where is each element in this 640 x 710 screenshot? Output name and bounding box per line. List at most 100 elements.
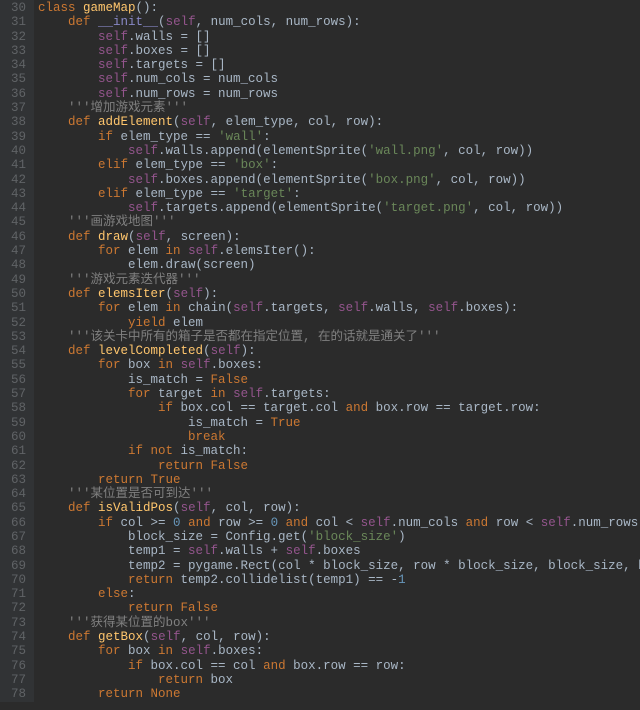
line-number: 77 [6, 673, 26, 687]
code-line[interactable]: if elem_type == 'wall': [38, 130, 640, 144]
line-number: 47 [6, 244, 26, 258]
line-number: 48 [6, 258, 26, 272]
line-number: 64 [6, 487, 26, 501]
code-line[interactable]: temp2 = pygame.Rect(col * block_size, ro… [38, 559, 640, 573]
code-line[interactable]: self.targets.append(elementSprite('targe… [38, 201, 640, 215]
line-number: 74 [6, 630, 26, 644]
code-line[interactable]: elem.draw(screen) [38, 258, 640, 272]
line-number: 37 [6, 101, 26, 115]
line-number: 49 [6, 273, 26, 287]
code-line[interactable]: def draw(self, screen): [38, 230, 640, 244]
code-line[interactable]: '''画游戏地图''' [38, 215, 640, 229]
line-number: 54 [6, 344, 26, 358]
line-number: 39 [6, 130, 26, 144]
line-number: 67 [6, 530, 26, 544]
code-line[interactable]: yield elem [38, 316, 640, 330]
line-number: 65 [6, 501, 26, 515]
code-line[interactable]: def isValidPos(self, col, row): [38, 501, 640, 515]
code-line[interactable]: elif elem_type == 'box': [38, 158, 640, 172]
code-line[interactable]: break [38, 430, 640, 444]
line-number: 51 [6, 301, 26, 315]
line-number: 32 [6, 30, 26, 44]
code-line[interactable]: def getBox(self, col, row): [38, 630, 640, 644]
code-line[interactable]: if box.col == target.col and box.row == … [38, 401, 640, 415]
code-line[interactable]: return True [38, 473, 640, 487]
code-line[interactable]: temp1 = self.walls + self.boxes [38, 544, 640, 558]
line-number: 63 [6, 473, 26, 487]
code-line[interactable]: block_size = Config.get('block_size') [38, 530, 640, 544]
line-number: 69 [6, 559, 26, 573]
line-number: 57 [6, 387, 26, 401]
line-number: 60 [6, 430, 26, 444]
code-line[interactable]: return False [38, 459, 640, 473]
code-line[interactable]: self.num_rows = num_rows [38, 87, 640, 101]
code-line[interactable]: for elem in chain(self.targets, self.wal… [38, 301, 640, 315]
line-number: 73 [6, 616, 26, 630]
code-line[interactable]: self.walls.append(elementSprite('wall.pn… [38, 144, 640, 158]
line-number: 62 [6, 459, 26, 473]
code-line[interactable]: def __init__(self, num_cols, num_rows): [38, 15, 640, 29]
line-number: 34 [6, 58, 26, 72]
code-line[interactable]: if box.col == col and box.row == row: [38, 659, 640, 673]
code-line[interactable]: for box in self.boxes: [38, 358, 640, 372]
code-line[interactable]: '''获得某位置的box''' [38, 616, 640, 630]
line-number-gutter: 3031323334353637383940414243444546474849… [0, 0, 34, 702]
code-line[interactable]: self.boxes = [] [38, 44, 640, 58]
line-number: 61 [6, 444, 26, 458]
line-number: 76 [6, 659, 26, 673]
line-number: 38 [6, 115, 26, 129]
line-number: 58 [6, 401, 26, 415]
line-number: 31 [6, 15, 26, 29]
code-editor[interactable]: 3031323334353637383940414243444546474849… [0, 0, 640, 702]
code-line[interactable]: def elemsIter(self): [38, 287, 640, 301]
code-line[interactable]: else: [38, 587, 640, 601]
code-line[interactable]: '''游戏元素迭代器''' [38, 273, 640, 287]
code-line[interactable]: def levelCompleted(self): [38, 344, 640, 358]
line-number: 50 [6, 287, 26, 301]
code-line[interactable]: '''增加游戏元素''' [38, 101, 640, 115]
line-number: 44 [6, 201, 26, 215]
line-number: 45 [6, 215, 26, 229]
code-line[interactable]: is_match = False [38, 373, 640, 387]
line-number: 55 [6, 358, 26, 372]
line-number: 30 [6, 1, 26, 15]
code-line[interactable]: if not is_match: [38, 444, 640, 458]
code-line[interactable]: return None [38, 687, 640, 701]
code-line[interactable]: self.boxes.append(elementSprite('box.png… [38, 173, 640, 187]
code-line[interactable]: self.num_cols = num_cols [38, 72, 640, 86]
code-line[interactable]: return temp2.collidelist(temp1) == -1 [38, 573, 640, 587]
code-line[interactable]: return False [38, 601, 640, 615]
line-number: 53 [6, 330, 26, 344]
line-number: 59 [6, 416, 26, 430]
line-number: 43 [6, 187, 26, 201]
line-number: 70 [6, 573, 26, 587]
code-line[interactable]: return box [38, 673, 640, 687]
line-number: 78 [6, 687, 26, 701]
code-line[interactable]: '''该关卡中所有的箱子是否都在指定位置, 在的话就是通关了''' [38, 330, 640, 344]
code-line[interactable]: self.targets = [] [38, 58, 640, 72]
code-line[interactable]: def addElement(self, elem_type, col, row… [38, 115, 640, 129]
code-line[interactable]: elif elem_type == 'target': [38, 187, 640, 201]
line-number: 41 [6, 158, 26, 172]
line-number: 35 [6, 72, 26, 86]
code-line[interactable]: class gameMap(): [38, 1, 640, 15]
line-number: 46 [6, 230, 26, 244]
code-line[interactable]: '''某位置是否可到达''' [38, 487, 640, 501]
line-number: 71 [6, 587, 26, 601]
code-line[interactable]: self.walls = [] [38, 30, 640, 44]
line-number: 36 [6, 87, 26, 101]
line-number: 68 [6, 544, 26, 558]
code-line[interactable]: if col >= 0 and row >= 0 and col < self.… [38, 516, 640, 530]
code-line[interactable]: for target in self.targets: [38, 387, 640, 401]
code-line[interactable]: is_match = True [38, 416, 640, 430]
code-line[interactable]: for box in self.boxes: [38, 644, 640, 658]
line-number: 66 [6, 516, 26, 530]
line-number: 42 [6, 173, 26, 187]
line-number: 52 [6, 316, 26, 330]
line-number: 56 [6, 373, 26, 387]
line-number: 75 [6, 644, 26, 658]
code-area[interactable]: class gameMap(): def __init__(self, num_… [34, 0, 640, 702]
line-number: 33 [6, 44, 26, 58]
line-number: 40 [6, 144, 26, 158]
code-line[interactable]: for elem in self.elemsIter(): [38, 244, 640, 258]
